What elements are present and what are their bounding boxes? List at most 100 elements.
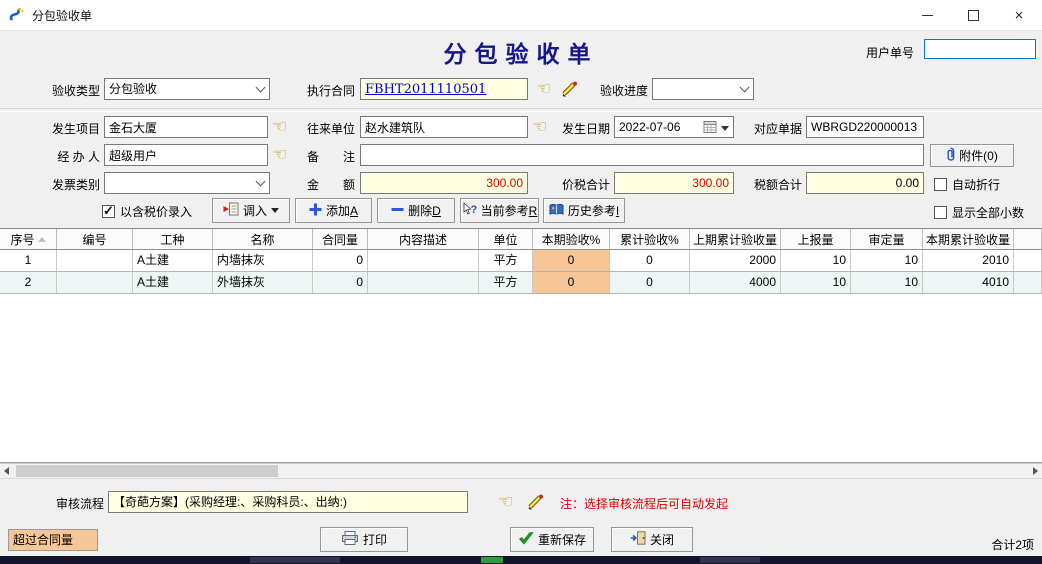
table-cell[interactable]: 内墙抹灰	[213, 250, 313, 271]
table-cell[interactable]: A土建	[133, 250, 213, 271]
column-header[interactable]: 名称	[213, 229, 313, 249]
table-cell[interactable]	[1014, 250, 1042, 271]
current-reference-button[interactable]: ? 当前参考R	[460, 198, 539, 223]
close-form-button[interactable]: 关闭	[611, 527, 693, 552]
column-header[interactable]: 累计验收%	[610, 229, 690, 249]
column-header[interactable]: 内容描述	[368, 229, 479, 249]
date-picker[interactable]: 2022-07-06	[614, 116, 734, 138]
column-header[interactable]: 审定量	[851, 229, 923, 249]
cursor-question-icon: ?	[462, 202, 477, 219]
sort-indicator-icon	[38, 237, 46, 242]
workflow-picker-hand-icon[interactable]: ☜	[498, 492, 513, 512]
table-cell[interactable]: 0	[313, 250, 368, 271]
project-input[interactable]	[104, 116, 268, 138]
workflow-clear-pencil-icon[interactable]	[526, 494, 545, 514]
contract-clear-pencil-icon[interactable]	[560, 81, 579, 101]
title-bar[interactable]: 分包验收单 ×	[0, 0, 1042, 31]
column-header[interactable]: 序号	[0, 229, 57, 249]
remark-input[interactable]	[360, 144, 924, 166]
table-cell[interactable]: 2	[0, 272, 57, 293]
column-header[interactable]: 上期累计验收量	[690, 229, 781, 249]
date-dropdown-icon[interactable]	[721, 126, 729, 131]
table-cell[interactable]: 0	[610, 272, 690, 293]
scrollbar-thumb[interactable]	[16, 465, 278, 477]
minimize-button[interactable]	[904, 0, 950, 30]
checkbox-box[interactable]	[934, 206, 947, 219]
progress-select[interactable]	[652, 78, 754, 100]
attachment-button[interactable]: 附件(0)	[930, 144, 1014, 167]
table-cell[interactable]: 2010	[923, 250, 1014, 271]
checkbox-box[interactable]	[102, 205, 115, 218]
partner-picker-hand-icon[interactable]: ☜	[532, 117, 547, 137]
table-cell[interactable]	[1014, 272, 1042, 293]
table-cell[interactable]: 10	[851, 250, 923, 271]
delete-row-button[interactable]: 删除D	[377, 198, 455, 223]
column-header[interactable]	[1014, 229, 1042, 249]
column-header[interactable]: 工种	[133, 229, 213, 249]
scroll-right-icon[interactable]	[1033, 467, 1038, 475]
svg-text:?: ?	[470, 204, 477, 216]
table-cell[interactable]: 0	[610, 250, 690, 271]
table-cell[interactable]: 10	[781, 250, 851, 271]
operator-picker-hand-icon[interactable]: ☜	[272, 145, 287, 165]
divider	[0, 108, 1042, 112]
show-decimals-checkbox[interactable]: 显示全部小数	[934, 204, 1024, 221]
scroll-left-icon[interactable]	[4, 467, 9, 475]
table-cell[interactable]: 0	[533, 250, 610, 271]
table-cell[interactable]: 外墙抹灰	[213, 272, 313, 293]
operator-input[interactable]	[104, 144, 268, 166]
table-cell[interactable]: 0	[533, 272, 610, 293]
amount-field[interactable]	[360, 172, 528, 194]
print-button[interactable]: 打印	[320, 527, 408, 552]
table-row[interactable]: 2A土建外墙抹灰0平方00400010104010	[0, 272, 1042, 294]
table-cell[interactable]: 0	[313, 272, 368, 293]
table-cell[interactable]: 2000	[690, 250, 781, 271]
table-cell[interactable]: 平方	[479, 250, 533, 271]
table-cell[interactable]	[368, 250, 479, 271]
column-header[interactable]: 本期累计验收量	[923, 229, 1014, 249]
table-cell[interactable]: A土建	[133, 272, 213, 293]
column-header[interactable]: 上报量	[781, 229, 851, 249]
column-header[interactable]: 合同量	[313, 229, 368, 249]
ref-doc-input[interactable]	[806, 116, 924, 138]
auto-wrap-checkbox[interactable]: 自动折行	[934, 176, 1000, 193]
contract-link[interactable]: FBHT2011110501	[365, 82, 486, 97]
table-cell[interactable]: 10	[781, 272, 851, 293]
contract-picker-hand-icon[interactable]: ☜	[536, 79, 551, 99]
table-row[interactable]: 1A土建内墙抹灰0平方00200010102010	[0, 250, 1042, 272]
add-row-button[interactable]: 添加A	[295, 198, 372, 223]
maximize-button[interactable]	[950, 0, 996, 30]
tax-total-field[interactable]	[806, 172, 924, 194]
table-cell[interactable]	[57, 272, 133, 293]
close-button[interactable]: ×	[996, 0, 1042, 30]
table-cell[interactable]: 4010	[923, 272, 1014, 293]
column-header[interactable]: 本期验收%	[533, 229, 610, 249]
invoice-type-select[interactable]	[104, 172, 270, 194]
calendar-icon[interactable]	[703, 120, 717, 140]
table-cell[interactable]	[368, 272, 479, 293]
import-doc-icon	[223, 202, 239, 219]
user-no-label: 用户单号	[866, 44, 914, 61]
project-picker-hand-icon[interactable]: ☜	[272, 117, 287, 137]
total-with-tax-field[interactable]	[614, 172, 734, 194]
column-header[interactable]: 编号	[57, 229, 133, 249]
horizontal-scrollbar[interactable]	[0, 463, 1042, 478]
table-cell[interactable]: 10	[851, 272, 923, 293]
table-cell[interactable]: 4000	[690, 272, 781, 293]
table-cell[interactable]: 1	[0, 250, 57, 271]
table-cell[interactable]: 平方	[479, 272, 533, 293]
operator-label: 经 办 人	[40, 148, 100, 165]
history-reference-button[interactable]: 历史参考I	[543, 198, 625, 223]
save-button[interactable]: 重新保存	[510, 527, 594, 552]
import-button[interactable]: 调入	[212, 198, 290, 223]
workflow-note: 注：选择审核流程后可自动发起	[560, 495, 728, 512]
user-no-input[interactable]	[924, 39, 1036, 59]
partner-input[interactable]	[360, 116, 528, 138]
contract-field[interactable]: FBHT2011110501	[360, 78, 528, 100]
tax-included-checkbox[interactable]: 以含税价录入	[102, 203, 192, 220]
workflow-field[interactable]: 【奇葩方案】(采购经理:、采购科员:、出纳:)	[108, 491, 468, 513]
checkbox-box[interactable]	[934, 178, 947, 191]
accept-type-select[interactable]: 分包验收	[104, 78, 270, 100]
table-cell[interactable]	[57, 250, 133, 271]
column-header[interactable]: 单位	[479, 229, 533, 249]
